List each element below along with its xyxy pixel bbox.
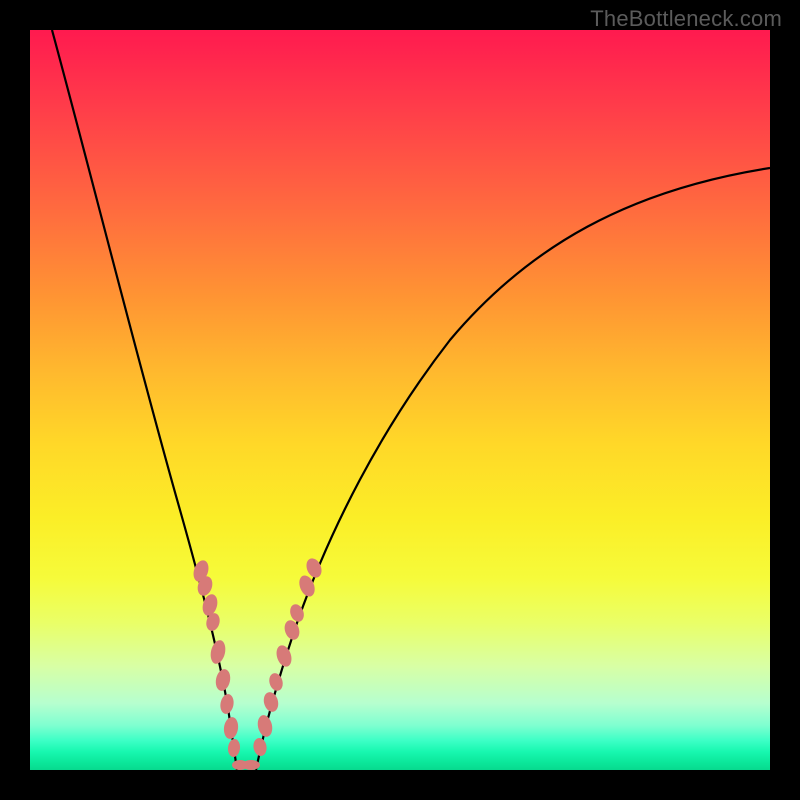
bead-markers: [191, 556, 324, 770]
bead: [208, 639, 227, 666]
bead: [223, 716, 240, 740]
left-curve: [52, 30, 237, 770]
bead: [214, 668, 232, 692]
watermark-text: TheBottleneck.com: [590, 6, 782, 32]
bead: [267, 672, 284, 693]
bead: [282, 618, 302, 641]
plot-area: [30, 30, 770, 770]
curves-layer: [30, 30, 770, 770]
bead: [227, 738, 241, 757]
chart-frame: TheBottleneck.com: [0, 0, 800, 800]
bead: [252, 737, 268, 757]
right-curve: [256, 168, 770, 770]
bead: [256, 714, 275, 739]
valley-bead: [242, 760, 260, 770]
bead: [274, 643, 294, 668]
bead: [219, 693, 235, 715]
bead: [262, 691, 281, 714]
